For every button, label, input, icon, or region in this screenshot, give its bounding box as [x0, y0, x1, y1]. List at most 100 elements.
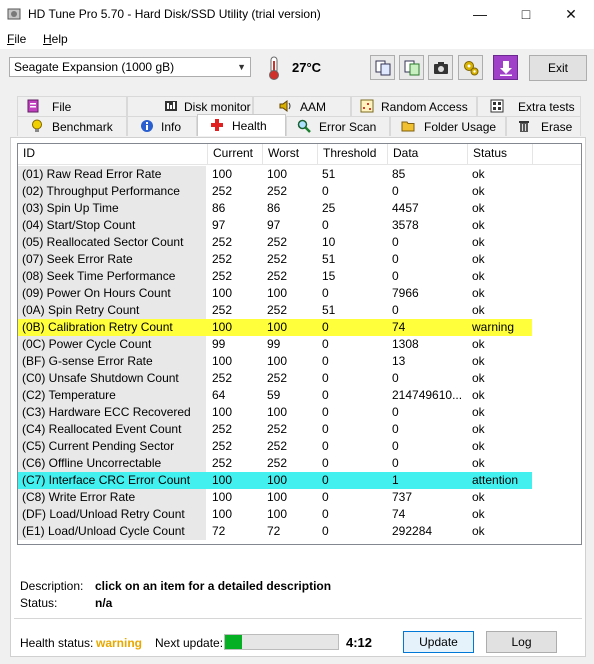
table-row[interactable]: (C8) Write Error Rate 100 100 0 737 ok: [18, 489, 581, 506]
table-row[interactable]: (05) Reallocated Sector Count 252 252 10 0 ok: [18, 234, 581, 251]
cell-data: 3578: [392, 218, 419, 232]
cell-current: 100: [212, 286, 233, 300]
cell-id: (0A) Spin Retry Count: [18, 302, 206, 319]
health-status-value: warning: [96, 636, 143, 650]
cell-data: 0: [392, 269, 399, 283]
table-row[interactable]: (C3) Hardware ECC Recovered 100 100 0 0 ok: [18, 404, 581, 421]
cell-id: (05) Reallocated Sector Count: [18, 234, 206, 251]
folder-icon: [401, 121, 415, 132]
column-header-current[interactable]: Current: [208, 144, 263, 164]
table-row[interactable]: (08) Seek Time Performance 252 252 15 0 ok: [18, 268, 581, 285]
table-header: ID Current Worst Threshold Data Status: [18, 144, 581, 165]
table-row[interactable]: (E1) Load/Unload Cycle Count 72 72 0 292284 o…: [18, 523, 581, 540]
tab-file-benchmark[interactable]: File Benchmark: [17, 96, 127, 132]
cell-data: 1308: [392, 337, 419, 351]
table-row[interactable]: (02) Throughput Performance 252 252 0 0 ok: [18, 183, 581, 200]
table-row[interactable]: (07) Seek Error Rate 252 252 51 0 ok: [18, 251, 581, 268]
column-header-status[interactable]: Status: [468, 144, 533, 164]
copy-info-button[interactable]: [370, 55, 395, 80]
cell-worst: 99: [267, 337, 281, 351]
cell-status: ok: [472, 303, 485, 317]
cell-status: ok: [472, 201, 485, 215]
maximize-button[interactable]: □: [503, 0, 549, 29]
table-row[interactable]: (01) Raw Read Error Rate 100 100 51 85 ok: [18, 166, 581, 183]
menu-file[interactable]: File: [7, 32, 26, 46]
table-row[interactable]: (0A) Spin Retry Count 252 252 51 0 ok: [18, 302, 581, 319]
drive-select[interactable]: Seagate Expansion (1000 gB) ▼: [9, 57, 251, 77]
title-bar: HD Tune Pro 5.70 - Hard Disk/SSD Utility…: [0, 0, 594, 29]
tab-disk-monitor[interactable]: Disk monitor: [127, 96, 253, 116]
tab-random-access[interactable]: Random Access: [351, 96, 477, 116]
table-row[interactable]: (04) Start/Stop Count 97 97 0 3578 ok: [18, 217, 581, 234]
cell-worst: 86: [267, 201, 281, 215]
column-header-threshold[interactable]: Threshold: [318, 144, 388, 164]
tab-info[interactable]: Info: [127, 116, 197, 136]
table-row[interactable]: (C5) Current Pending Sector 252 252 0 0 ok: [18, 438, 581, 455]
smart-attributes-table[interactable]: ID Current Worst Threshold Data Status (…: [17, 143, 582, 545]
update-button[interactable]: Update: [403, 631, 474, 653]
close-button[interactable]: ✕: [548, 0, 594, 29]
cell-id: (C6) Offline Uncorrectable: [18, 455, 206, 472]
cell-worst: 252: [267, 422, 288, 436]
table-row[interactable]: (DF) Load/Unload Retry Count 100 100 0 74 ok: [18, 506, 581, 523]
copy-all-button[interactable]: [399, 55, 424, 80]
cell-status: ok: [472, 286, 485, 300]
cell-current: 86: [212, 201, 226, 215]
cell-id: (02) Throughput Performance: [18, 183, 206, 200]
cell-data: 1: [392, 473, 399, 487]
save-button[interactable]: [493, 55, 518, 80]
minimize-button[interactable]: —: [457, 0, 503, 29]
log-button[interactable]: Log: [486, 631, 557, 653]
table-row[interactable]: (0C) Power Cycle Count 99 99 0 1308 ok: [18, 336, 581, 353]
table-row[interactable]: (09) Power On Hours Count 100 100 0 7966 ok: [18, 285, 581, 302]
table-row[interactable]: (0B) Calibration Retry Count 100 100 0 74 war…: [18, 319, 532, 336]
cell-worst: 97: [267, 218, 281, 232]
tab-erase[interactable]: Erase: [506, 116, 581, 136]
tab-extra-tests[interactable]: Extra tests: [477, 96, 581, 116]
cell-worst: 252: [267, 252, 288, 266]
table-row[interactable]: (C7) Interface CRC Error Count 100 100 0 1 at…: [18, 472, 532, 489]
cell-data: 737: [392, 490, 413, 504]
tab-aam[interactable]: AAM: [253, 96, 351, 116]
cell-worst: 100: [267, 507, 288, 521]
cell-data: 0: [392, 303, 399, 317]
cell-threshold: 0: [322, 286, 329, 300]
cell-threshold: 10: [322, 235, 336, 249]
table-row[interactable]: (C4) Reallocated Event Count 252 252 0 0 ok: [18, 421, 581, 438]
column-header-data[interactable]: Data: [388, 144, 468, 164]
cell-data: 0: [392, 235, 399, 249]
copy-green-icon: [404, 60, 420, 76]
table-row[interactable]: (BF) G-sense Error Rate 100 100 0 13 ok: [18, 353, 581, 370]
column-header-worst[interactable]: Worst: [263, 144, 318, 164]
cell-status: ok: [472, 422, 485, 436]
cell-current: 252: [212, 184, 233, 198]
next-update-countdown: 4:12: [346, 635, 373, 650]
cell-status: ok: [472, 269, 485, 283]
cell-id: (E1) Load/Unload Cycle Count: [18, 523, 206, 540]
cell-current: 100: [212, 507, 233, 521]
table-row[interactable]: (C6) Offline Uncorrectable 252 252 0 0 ok: [18, 455, 581, 472]
cell-id: (C8) Write Error Rate: [18, 489, 206, 506]
hd-tune-app-icon: [7, 8, 21, 20]
cell-worst: 252: [267, 235, 288, 249]
table-row[interactable]: (C2) Temperature 64 59 0 214749610... ok: [18, 387, 581, 404]
tab-health[interactable]: Health: [197, 114, 286, 136]
cell-status: ok: [472, 371, 485, 385]
menu-help[interactable]: Help: [43, 32, 68, 46]
cell-worst: 59: [267, 388, 281, 402]
tab-error-scan[interactable]: Error Scan: [286, 116, 390, 136]
cell-threshold: 0: [322, 320, 329, 334]
cell-data: 214749610...: [392, 388, 463, 402]
options-button[interactable]: [458, 55, 483, 80]
table-row[interactable]: (C0) Unsafe Shutdown Count 252 252 0 0 ok: [18, 370, 581, 387]
screenshot-button[interactable]: [428, 55, 453, 80]
tab-benchmark[interactable]: Benchmark: [17, 116, 127, 136]
next-update-label: Next update:: [155, 636, 224, 650]
cell-status: ok: [472, 235, 485, 249]
cell-data: 0: [392, 405, 399, 419]
tab-folder-usage[interactable]: Folder Usage: [390, 116, 506, 136]
exit-button[interactable]: Exit: [529, 55, 587, 81]
health-status-label: Health status:: [20, 636, 94, 650]
column-header-id[interactable]: ID: [18, 144, 208, 164]
table-row[interactable]: (03) Spin Up Time 86 86 25 4457 ok: [18, 200, 581, 217]
